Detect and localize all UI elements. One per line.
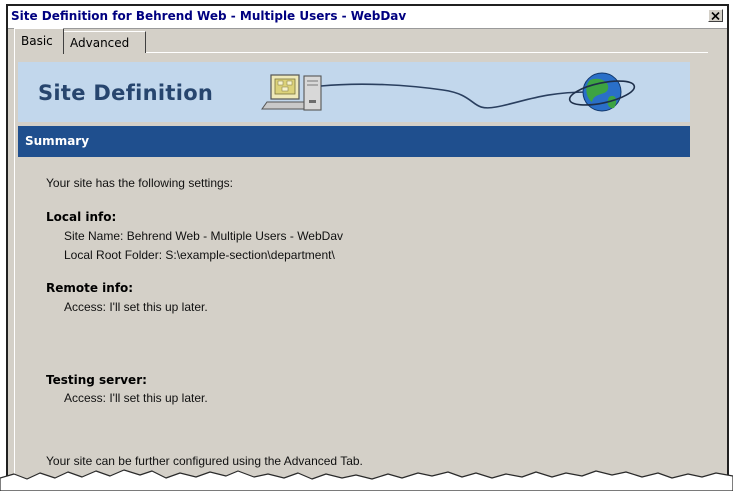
banner-title: Site Definition [38,81,214,105]
close-button[interactable] [708,9,723,22]
torn-edge [0,469,733,491]
remote-access-value: Access: I'll set this up later. [64,300,208,314]
remote-info-heading: Remote info: [46,281,134,295]
testing-server-heading: Testing server: [46,373,147,387]
local-root-folder-value: Local Root Folder: S:\example-section\de… [64,248,335,262]
computer-icon [261,74,322,111]
close-icon [711,11,720,20]
local-info-heading: Local info: [46,210,117,224]
tab-basic[interactable]: Basic [14,28,64,54]
window-title: Site Definition for Behrend Web - Multip… [11,9,407,23]
site-name-value: Site Name: Behrend Web - Multiple Users … [64,229,343,243]
summary-content: Your site has the following settings: Lo… [18,160,690,490]
summary-header: Summary [18,126,690,157]
testing-access-value: Access: I'll set this up later. [64,391,208,405]
site-definition-banner: Site Definition [18,62,690,122]
intro-text: Your site has the following settings: [46,176,234,190]
summary-heading: Summary [25,134,90,148]
tab-advanced[interactable]: Advanced [64,31,146,53]
title-bar[interactable]: Site Definition for Behrend Web - Multip… [8,6,727,29]
